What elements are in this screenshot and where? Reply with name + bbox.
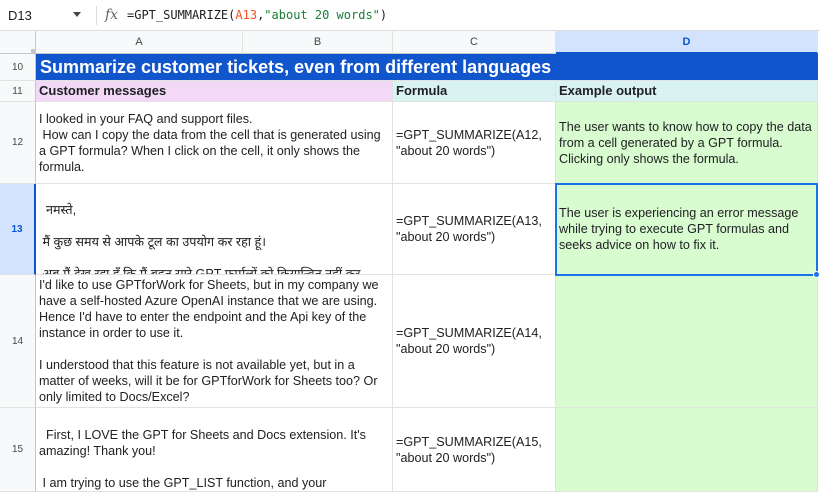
message-text: I looked in your FAQ and support files. …	[39, 111, 381, 174]
formula-text: =GPT_SUMMARIZE(A15, "about 20 words")	[396, 434, 542, 465]
formula-bar-divider	[96, 5, 97, 25]
column-header-d[interactable]: D	[556, 31, 818, 54]
output-cell-d12[interactable]: The user wants to know how to copy the d…	[556, 102, 818, 184]
formula-cell-c14[interactable]: =GPT_SUMMARIZE(A14, "about 20 words")	[393, 275, 556, 408]
formula-cell-c15[interactable]: =GPT_SUMMARIZE(A15, "about 20 words")	[393, 408, 556, 492]
formula-bar: D13 fx =GPT_SUMMARIZE(A13,"about 20 word…	[0, 0, 820, 31]
row-header-10[interactable]: 10	[0, 54, 36, 81]
formula-text: =GPT_SUMMARIZE(A14, "about 20 words")	[396, 326, 542, 356]
header-cell-formula[interactable]: Formula	[393, 81, 556, 102]
formula-prefix: =GPT_SUMMARIZE(	[127, 8, 236, 22]
sheet-title: Summarize customer tickets, even from di…	[40, 57, 552, 77]
header-example-output: Example output	[559, 83, 657, 98]
output-cell-d15[interactable]	[556, 408, 818, 492]
chevron-down-icon[interactable]	[73, 11, 81, 17]
row-header-12[interactable]: 12	[0, 102, 36, 184]
row-header-11[interactable]: 11	[0, 81, 36, 102]
formula-reference: A13	[235, 8, 258, 22]
message-text: नमस्ते, मैं कुछ समय से आपके टूल का उपयोग…	[42, 203, 361, 275]
message-text: I'd like to use GPTforWork for Sheets, b…	[39, 278, 379, 404]
output-cell-d14[interactable]	[556, 275, 818, 408]
name-box-value: D13	[8, 7, 32, 23]
header-cell-example-output[interactable]: Example output	[556, 81, 818, 102]
name-box[interactable]: D13	[0, 0, 92, 31]
fx-icon: fx	[105, 7, 119, 23]
formula-cell-c13[interactable]: =GPT_SUMMARIZE(A13, "about 20 words")	[393, 184, 556, 275]
message-cell-a15[interactable]: First, I LOVE the GPT for Sheets and Doc…	[36, 408, 393, 492]
fill-handle[interactable]	[813, 271, 820, 278]
header-customer-messages: Customer messages	[39, 83, 167, 98]
header-cell-customer-messages[interactable]: Customer messages	[36, 81, 393, 102]
message-cell-a14[interactable]: I'd like to use GPTforWork for Sheets, b…	[36, 275, 393, 408]
formula-text: =GPT_SUMMARIZE(A12, "about 20 words")	[396, 127, 542, 158]
row-header-15[interactable]: 15	[0, 408, 36, 492]
output-text: The user is experiencing an error messag…	[559, 206, 802, 252]
output-cell-d13[interactable]: The user is experiencing an error messag…	[556, 184, 818, 275]
formula-text: =GPT_SUMMARIZE(A13, "about 20 words")	[396, 214, 542, 244]
row-header-13[interactable]: 13	[0, 184, 36, 275]
formula-suffix: )	[379, 8, 388, 22]
message-text: First, I LOVE the GPT for Sheets and Doc…	[39, 428, 366, 490]
column-header-a[interactable]: A	[36, 31, 243, 54]
message-cell-a12[interactable]: I looked in your FAQ and support files. …	[36, 102, 393, 184]
formula-input[interactable]: =GPT_SUMMARIZE(A13,"about 20 words")	[127, 8, 387, 22]
select-all-corner[interactable]	[0, 31, 36, 54]
message-cell-a13[interactable]: नमस्ते, मैं कुछ समय से आपके टूल का उपयोग…	[36, 184, 393, 275]
formula-string-arg: "about 20 words"	[264, 8, 380, 22]
column-header-c[interactable]: C	[393, 31, 556, 54]
output-text: The user wants to know how to copy the d…	[559, 119, 816, 166]
row-header-14[interactable]: 14	[0, 275, 36, 408]
title-cell[interactable]: Summarize customer tickets, even from di…	[36, 54, 818, 81]
formula-cell-c12[interactable]: =GPT_SUMMARIZE(A12, "about 20 words")	[393, 102, 556, 184]
header-formula: Formula	[396, 83, 448, 98]
column-header-b[interactable]: B	[243, 31, 393, 54]
